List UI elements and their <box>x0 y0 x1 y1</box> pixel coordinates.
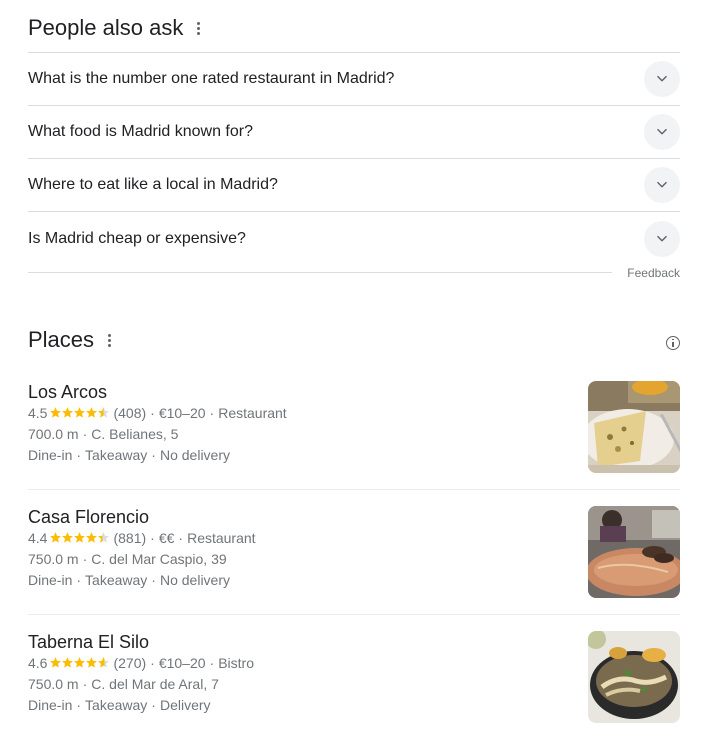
service-takeaway: Takeaway <box>85 697 148 713</box>
place-distance: 750.0 m <box>28 676 79 692</box>
place-name: Casa Florencio <box>28 507 150 527</box>
expand-button[interactable] <box>644 167 680 203</box>
place-address: C. del Mar de Aral, 7 <box>91 676 219 692</box>
place-rating: 4.5 <box>28 405 48 421</box>
review-count: (881) <box>113 530 147 546</box>
feedback-link[interactable]: Feedback <box>627 266 680 280</box>
place-name: Taberna El Silo <box>28 632 150 652</box>
service-delivery: Delivery <box>159 697 211 713</box>
search-results-panel: People also ask What is the number one r… <box>28 0 680 723</box>
expand-button[interactable] <box>644 114 680 150</box>
place-photo[interactable] <box>588 506 680 598</box>
star-rating-icon <box>49 406 110 419</box>
paa-question-text: What food is Madrid known for? <box>28 123 253 140</box>
review-count: (408) <box>113 405 147 421</box>
place-category: Bistro <box>218 655 255 671</box>
divider <box>28 272 612 273</box>
place-services-line: Dine-in · Takeaway · No delivery <box>28 572 230 588</box>
place-card-taberna-el-silo[interactable]: Taberna El Silo 4.6 (270) · €10–20 · Bistro 7… <box>28 631 680 723</box>
chevron-down-icon <box>657 75 667 82</box>
service-dine-in: Dine-in <box>28 697 73 713</box>
price-range: €€ <box>158 530 175 546</box>
place-rating-line: 4.4 (881) · €€ · Restaurant <box>28 530 256 546</box>
place-rating: 4.4 <box>28 530 48 546</box>
service-dine-in: Dine-in <box>28 447 73 463</box>
place-photo[interactable] <box>588 631 680 723</box>
more-options-icon[interactable] <box>197 21 201 35</box>
chevron-down-icon <box>657 235 667 241</box>
star-rating-icon <box>49 656 110 669</box>
place-name: Los Arcos <box>28 382 108 402</box>
service-delivery: No delivery <box>159 572 230 588</box>
expand-button[interactable] <box>644 220 680 257</box>
price-range: €10–20 <box>158 405 206 421</box>
service-takeaway: Takeaway <box>85 447 148 463</box>
divider <box>28 614 680 615</box>
paa-question-text: What is the number one rated restaurant … <box>28 70 395 87</box>
paa-question-text: Is Madrid cheap or expensive? <box>28 229 246 247</box>
expand-button[interactable] <box>644 61 680 97</box>
price-range: €10–20 <box>158 655 206 671</box>
place-photo[interactable] <box>588 381 680 473</box>
places-title: Places <box>28 327 95 352</box>
place-card-casa-florencio[interactable]: Casa Florencio 4.4 (881) · €€ · Restaurant 75… <box>28 506 680 598</box>
service-takeaway: Takeaway <box>85 572 148 588</box>
more-options-icon[interactable] <box>108 333 112 347</box>
place-location-line: 700.0 m · C. Belianes, 5 <box>28 426 179 442</box>
place-rating: 4.6 <box>28 655 48 671</box>
chevron-down-icon <box>657 128 667 135</box>
place-distance: 700.0 m <box>28 426 79 442</box>
star-rating-icon <box>49 531 110 544</box>
service-delivery: No delivery <box>159 447 230 463</box>
service-dine-in: Dine-in <box>28 572 73 588</box>
place-address: C. Belianes, 5 <box>91 426 179 442</box>
paa-question-3[interactable]: Where to eat like a local in Madrid? <box>28 159 680 212</box>
paa-header: People also ask <box>28 0 680 53</box>
place-rating-line: 4.6 (270) · €10–20 · Bistro <box>28 655 255 671</box>
place-location-line: 750.0 m · C. del Mar Caspio, 39 <box>28 551 227 567</box>
place-rating-line: 4.5 (408) · €10–20 · Restaurant <box>28 405 287 421</box>
info-icon[interactable] <box>666 336 680 350</box>
place-services-line: Dine-in · Takeaway · Delivery <box>28 697 211 713</box>
place-distance: 750.0 m <box>28 551 79 567</box>
divider <box>28 489 680 490</box>
place-category: Restaurant <box>187 530 256 546</box>
chevron-down-icon <box>657 181 667 188</box>
place-location-line: 750.0 m · C. del Mar de Aral, 7 <box>28 676 219 692</box>
place-services-line: Dine-in · Takeaway · No delivery <box>28 447 230 463</box>
paa-question-4[interactable]: Is Madrid cheap or expensive? <box>28 212 680 265</box>
paa-question-1[interactable]: What is the number one rated restaurant … <box>28 53 680 106</box>
feedback-row: Feedback <box>28 266 680 294</box>
place-category: Restaurant <box>218 405 287 421</box>
review-count: (270) <box>113 655 147 671</box>
paa-title: People also ask <box>28 15 184 40</box>
paa-question-2[interactable]: What food is Madrid known for? <box>28 106 680 159</box>
places-header: Places <box>28 322 680 358</box>
place-address: C. del Mar Caspio, 39 <box>91 551 227 567</box>
paa-question-text: Where to eat like a local in Madrid? <box>28 176 278 193</box>
place-card-los-arcos[interactable]: Los Arcos 4.5 (408) · €10–20 · Restaurant 700… <box>28 381 680 473</box>
